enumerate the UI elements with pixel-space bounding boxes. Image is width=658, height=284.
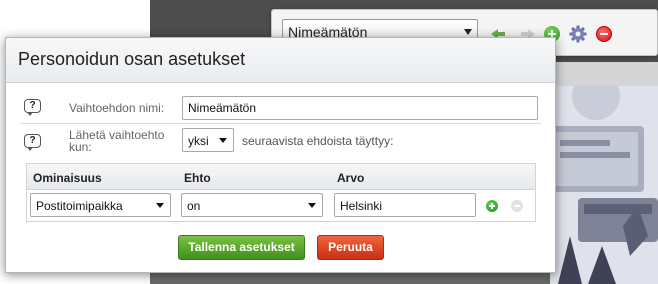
property-value: Postitoimipaikka xyxy=(36,199,123,213)
variant-name-value: Nimeämätön xyxy=(188,101,257,115)
variant-name-label: Vaihtoehdon nimi: xyxy=(69,101,165,115)
column-header-property: Ominaisuus xyxy=(33,171,102,185)
help-icon[interactable]: ? xyxy=(24,134,41,151)
match-suffix-text: seuraavista ehdoista täyttyy: xyxy=(242,134,394,148)
value-field[interactable]: Helsinki xyxy=(334,193,476,217)
divider xyxy=(20,123,541,124)
save-settings-button[interactable]: Tallenna asetukset xyxy=(178,235,305,260)
chevron-down-icon xyxy=(308,203,316,208)
variant-name-field[interactable]: Nimeämätön xyxy=(182,96,538,120)
match-mode-value: yksi xyxy=(188,134,209,148)
cancel-button[interactable]: Peruuta xyxy=(317,235,384,260)
conditions-table: Ominaisuus Ehto Arvo Postitoimipaikka on… xyxy=(26,163,536,222)
settings-gear-icon[interactable] xyxy=(569,25,587,43)
show-when-label: Lähetä vaihtoehto kun: xyxy=(69,128,165,154)
condition-select[interactable]: on xyxy=(181,193,323,217)
chevron-down-icon xyxy=(156,203,164,208)
value-text: Helsinki xyxy=(340,199,383,213)
column-header-condition: Ehto xyxy=(184,171,211,185)
column-header-value: Arvo xyxy=(337,171,365,185)
add-row-icon[interactable] xyxy=(486,200,498,212)
remove-icon[interactable] xyxy=(596,26,612,42)
chevron-down-icon xyxy=(464,29,472,35)
condition-value: on xyxy=(187,199,201,213)
property-select[interactable]: Postitoimipaikka xyxy=(30,193,171,217)
table-row: Postitoimipaikka on Helsinki xyxy=(27,190,535,222)
help-icon[interactable]: ? xyxy=(24,99,41,116)
match-mode-select[interactable]: yksi xyxy=(182,128,234,152)
chevron-down-icon xyxy=(219,138,227,143)
personalization-settings-dialog: Personoidun osan asetukset ? Vaihtoehdon… xyxy=(5,37,556,273)
remove-row-icon xyxy=(511,200,523,212)
dialog-header: Personoidun osan asetukset xyxy=(6,38,555,83)
table-header: Ominaisuus Ehto Arvo xyxy=(27,164,535,190)
dialog-title: Personoidun osan asetukset xyxy=(18,49,246,69)
